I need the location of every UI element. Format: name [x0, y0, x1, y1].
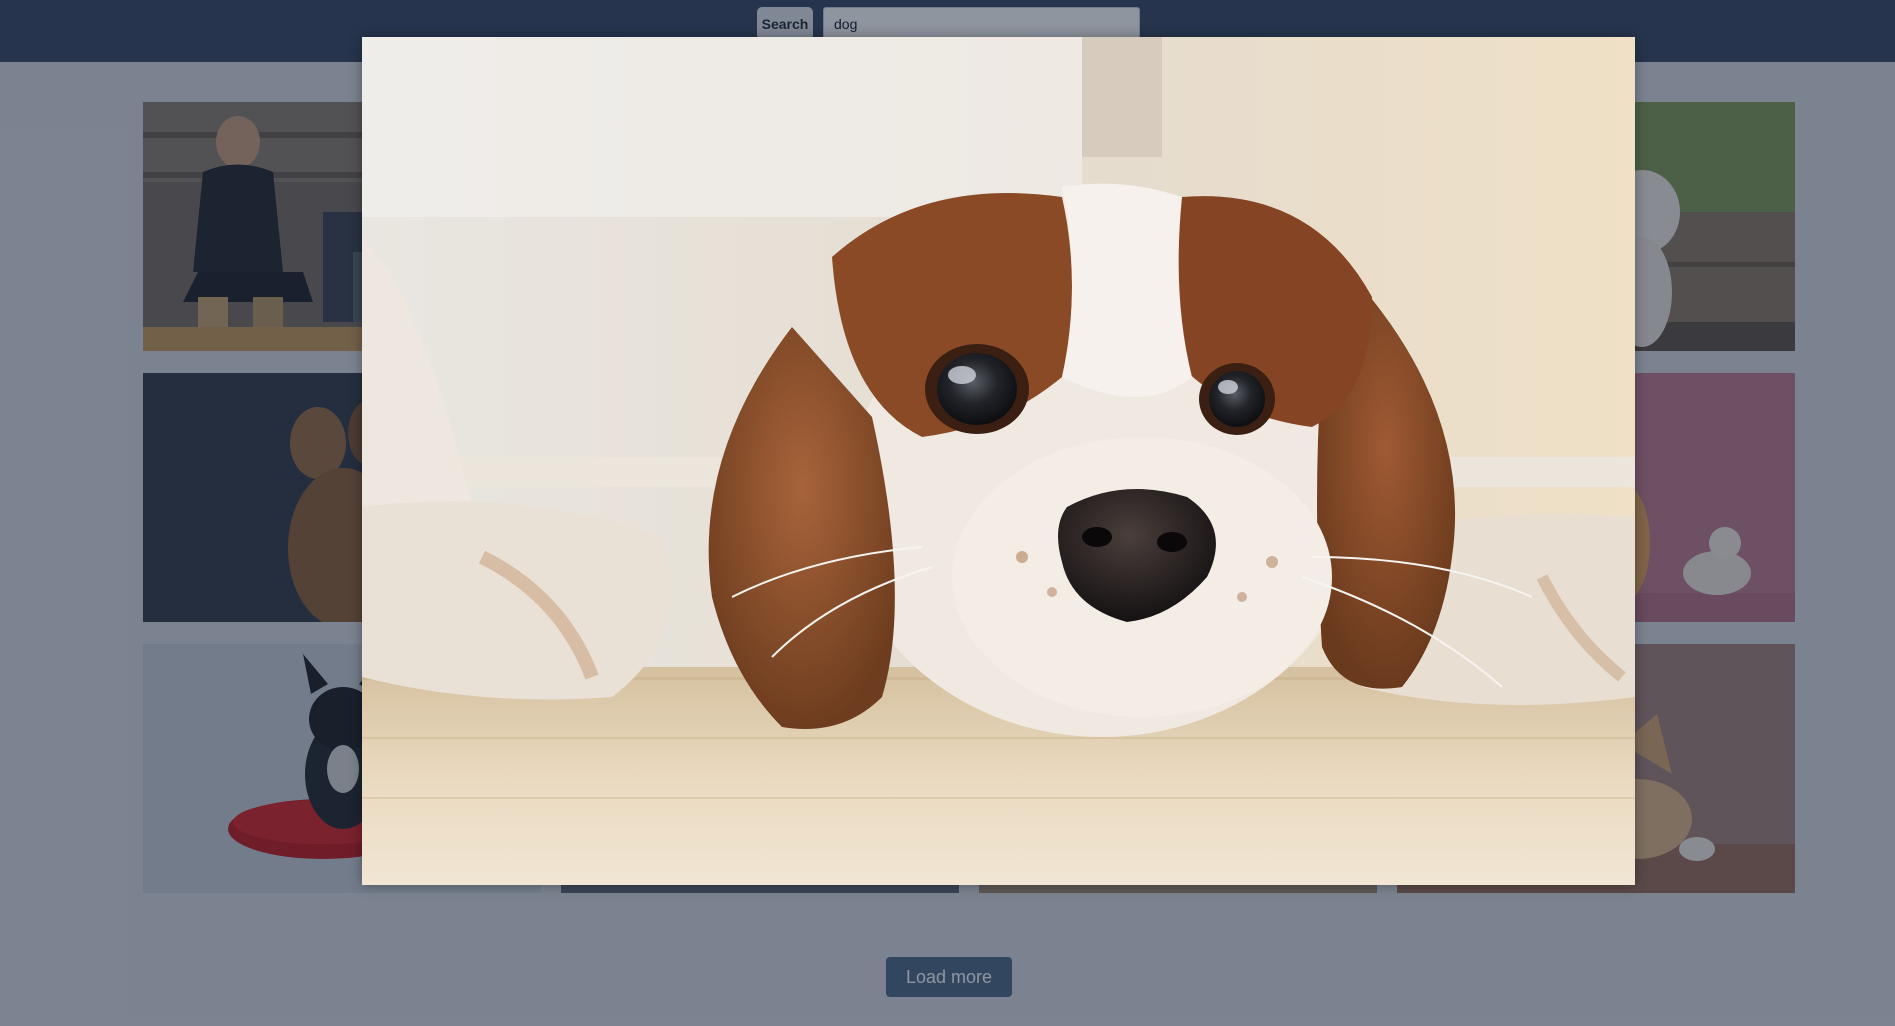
lightbox-image-spaniel — [362, 37, 1635, 885]
lightbox-overlay[interactable] — [0, 0, 1895, 1026]
